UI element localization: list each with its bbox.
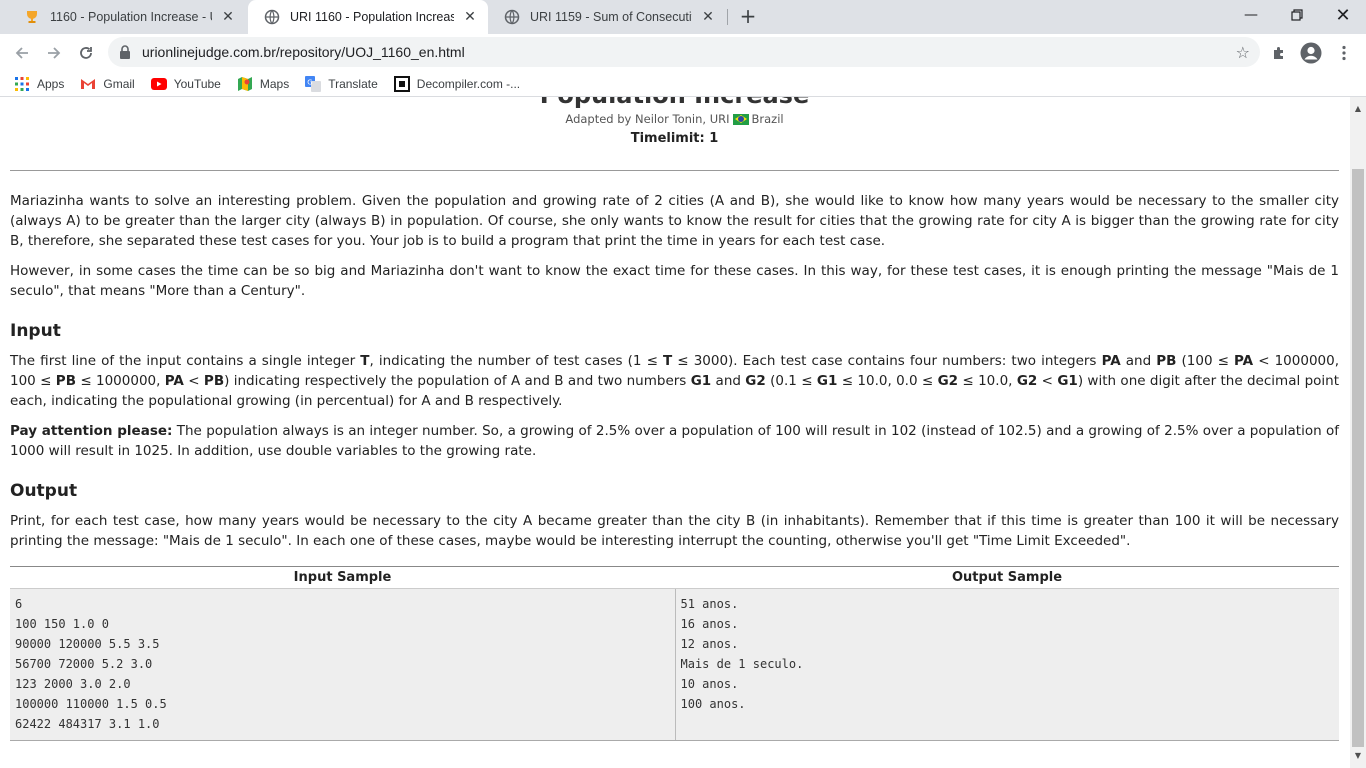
menu-button[interactable] — [1331, 40, 1357, 66]
close-tab-icon[interactable]: ✕ — [462, 9, 478, 25]
adapted-country: Brazil — [751, 112, 784, 126]
scroll-down-arrow-icon[interactable]: ▼ — [1350, 748, 1366, 764]
bookmark-label: Translate — [328, 76, 378, 91]
input-sample-cell: 6 100 150 1.0 0 90000 120000 5.5 3.5 567… — [10, 588, 676, 741]
tab-separator — [727, 9, 728, 25]
bookmark-star-icon[interactable]: ☆ — [1236, 43, 1250, 62]
input-paragraph-2: Pay attention please: The population alw… — [10, 423, 1339, 459]
output-heading: Output — [10, 481, 78, 501]
svg-text:G: G — [308, 78, 313, 86]
header-divider — [10, 170, 1339, 171]
output-paragraph: Print, for each test case, how many year… — [10, 513, 1339, 549]
close-tab-icon[interactable]: ✕ — [700, 9, 716, 25]
tab-uri-1159[interactable]: URI 1159 - Sum of Consecutive E ✕ — [488, 0, 726, 34]
input-sample-heading: Input Sample — [10, 566, 675, 589]
globe-icon — [504, 9, 520, 25]
input-heading: Input — [10, 321, 61, 341]
timelimit: Timelimit: 1 — [630, 131, 719, 146]
address-bar[interactable]: ☆ — [108, 37, 1260, 67]
bookmark-label: Decompiler.com -... — [416, 76, 521, 91]
bookmarks-bar: Apps Gmail YouTube Maps G Translate Deco… — [0, 71, 1366, 97]
arrow-left-icon — [15, 47, 28, 59]
bookmark-label: Apps — [37, 76, 65, 91]
restore-icon — [1291, 9, 1303, 21]
close-window-button[interactable]: ✕ — [1320, 0, 1366, 30]
output-sample-cell: 51 anos. 16 anos. 12 anos. Mais de 1 sec… — [675, 588, 1339, 741]
brazil-flag-icon — [732, 113, 749, 125]
adapted-by-text: Adapted by Neilor Tonin, URI — [565, 112, 730, 126]
tab-population-increase-uri[interactable]: 1160 - Population Increase - URI ✕ — [8, 0, 246, 34]
description-paragraph-2: However, in some cases the time can be s… — [10, 263, 1339, 299]
url-input[interactable] — [142, 37, 1222, 67]
scrollbar-thumb[interactable] — [1352, 169, 1364, 747]
bookmark-maps[interactable]: Maps — [237, 76, 289, 92]
translate-icon: G — [305, 75, 322, 92]
bookmark-apps[interactable]: Apps — [14, 76, 64, 92]
output-sample-code: 51 anos. 16 anos. 12 anos. Mais de 1 sec… — [680, 597, 804, 711]
description-paragraph-1: Mariazinha wants to solve an interesting… — [10, 193, 1339, 249]
extensions-button[interactable] — [1266, 40, 1292, 66]
reload-button[interactable] — [72, 39, 100, 67]
reload-icon — [80, 47, 92, 59]
page-title: Population Increase — [10, 97, 1339, 109]
samples-table: Input Sample Output Sample 6 100 150 1.0… — [10, 566, 1339, 741]
tab-strip: 1160 - Population Increase - URI ✕ URI 1… — [0, 0, 1366, 34]
minimize-button[interactable]: — — [1228, 0, 1274, 30]
profile-button[interactable] — [1298, 40, 1324, 66]
decompiler-icon — [393, 75, 410, 92]
page-content: Population Increase Adapted by Neilor To… — [0, 97, 1350, 768]
adapted-by: Adapted by Neilor Tonin, URI Brazil — [10, 112, 1339, 126]
back-button[interactable] — [8, 39, 36, 67]
bookmark-decompiler[interactable]: Decompiler.com -... — [393, 75, 521, 92]
maps-icon — [237, 76, 253, 92]
kebab-menu-icon — [1342, 45, 1346, 61]
tab-label: 1160 - Population Increase - URI — [50, 10, 212, 24]
new-tab-button[interactable]: + — [736, 5, 760, 29]
youtube-icon — [150, 76, 167, 92]
bookmark-label: YouTube — [173, 76, 221, 91]
gmail-icon — [80, 76, 96, 92]
tab-label: URI 1160 - Population Increase — [290, 10, 454, 24]
apps-grid-icon — [14, 76, 30, 92]
input-paragraph-1: The first line of the input contains a s… — [10, 353, 1340, 409]
close-tab-icon[interactable]: ✕ — [220, 9, 236, 25]
bookmark-gmail[interactable]: Gmail — [80, 76, 135, 92]
uri-trophy-icon — [24, 9, 40, 25]
bookmark-label: Gmail — [103, 76, 135, 91]
bookmark-label: Maps — [259, 76, 290, 91]
bookmark-translate[interactable]: G Translate — [305, 75, 378, 92]
arrow-right-icon — [48, 47, 61, 59]
forward-button[interactable] — [40, 39, 68, 67]
page-scrollbar[interactable]: ▲ ▼ — [1350, 97, 1366, 768]
tab-label: URI 1159 - Sum of Consecutive E — [530, 10, 692, 24]
input-sample-code: 6 100 150 1.0 0 90000 120000 5.5 3.5 567… — [15, 597, 167, 731]
problem-header: Population Increase Adapted by Neilor To… — [10, 97, 1339, 146]
lock-icon — [118, 44, 134, 60]
tab-uri-1160-active[interactable]: URI 1160 - Population Increase ✕ — [248, 0, 488, 34]
output-sample-heading: Output Sample — [675, 566, 1339, 589]
bookmark-youtube[interactable]: YouTube — [150, 76, 221, 92]
scroll-up-arrow-icon[interactable]: ▲ — [1350, 101, 1366, 117]
avatar-icon — [1300, 42, 1322, 64]
restore-button[interactable] — [1274, 0, 1320, 30]
puzzle-icon — [1274, 47, 1283, 59]
browser-toolbar: ☆ — [0, 34, 1366, 71]
globe-icon — [264, 9, 280, 25]
